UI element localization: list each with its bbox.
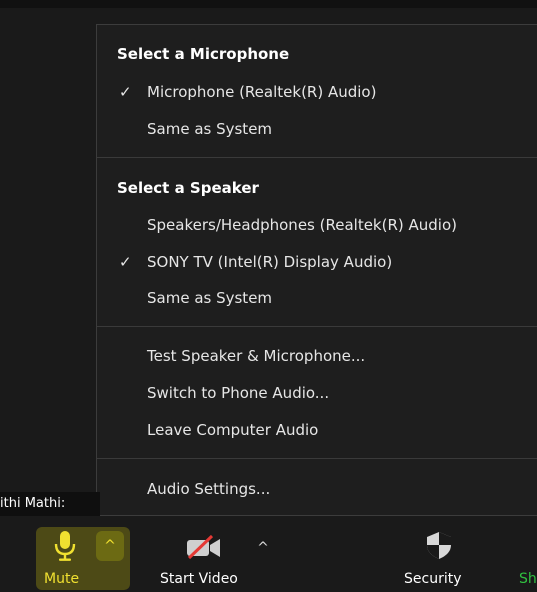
menu-item-speaker-same-as-system[interactable]: Same as System bbox=[97, 281, 537, 315]
menu-item-label: Microphone (Realtek(R) Audio) bbox=[147, 83, 377, 101]
menu-item-label: Test Speaker & Microphone... bbox=[147, 347, 366, 365]
video-off-icon[interactable] bbox=[184, 533, 224, 561]
menu-item-speakers-realtek[interactable]: Speakers/Headphones (Realtek(R) Audio) bbox=[97, 208, 537, 242]
start-video-label: Start Video bbox=[160, 571, 238, 587]
shield-icon[interactable] bbox=[424, 530, 454, 560]
menu-item-switch-to-phone-audio[interactable]: Switch to Phone Audio... bbox=[97, 376, 537, 410]
speaker-section-header: Select a Speaker bbox=[117, 179, 259, 197]
microphone-section-header: Select a Microphone bbox=[117, 45, 290, 63]
chevron-up-icon: ^ bbox=[104, 538, 116, 554]
menu-item-test-speaker-microphone[interactable]: Test Speaker & Microphone... bbox=[97, 339, 537, 373]
menu-item-label: Audio Settings... bbox=[147, 480, 271, 498]
menu-item-label: Speakers/Headphones (Realtek(R) Audio) bbox=[147, 216, 457, 234]
menu-divider bbox=[97, 458, 537, 459]
microphone-icon bbox=[54, 531, 76, 561]
menu-item-audio-settings[interactable]: Audio Settings... bbox=[97, 472, 537, 506]
check-icon: ✓ bbox=[119, 253, 132, 271]
menu-item-leave-computer-audio[interactable]: Leave Computer Audio bbox=[97, 413, 537, 447]
menu-item-label: Switch to Phone Audio... bbox=[147, 384, 330, 402]
menu-divider bbox=[97, 326, 537, 327]
menu-item-label: SONY TV (Intel(R) Display Audio) bbox=[147, 253, 393, 271]
audio-menu: Select a Microphone ✓ Microphone (Realte… bbox=[96, 24, 537, 516]
menu-item-label: Same as System bbox=[147, 289, 273, 307]
share-screen-label[interactable]: Sh bbox=[519, 571, 537, 592]
mute-label: Mute bbox=[44, 571, 80, 587]
menu-divider bbox=[97, 157, 537, 158]
menu-item-microphone-realtek[interactable]: ✓ Microphone (Realtek(R) Audio) bbox=[97, 75, 537, 109]
menu-item-sony-tv[interactable]: ✓ SONY TV (Intel(R) Display Audio) bbox=[97, 245, 537, 279]
check-icon: ✓ bbox=[119, 83, 132, 101]
menu-item-label: Leave Computer Audio bbox=[147, 421, 319, 439]
participant-name-tag: ithi Mathi: bbox=[0, 492, 100, 516]
menu-item-label: Same as System bbox=[147, 120, 273, 138]
security-label: Security bbox=[404, 571, 462, 587]
menu-item-microphone-same-as-system[interactable]: Same as System bbox=[97, 112, 537, 146]
chevron-up-icon[interactable]: ^ bbox=[256, 541, 270, 555]
top-strip bbox=[0, 0, 537, 8]
